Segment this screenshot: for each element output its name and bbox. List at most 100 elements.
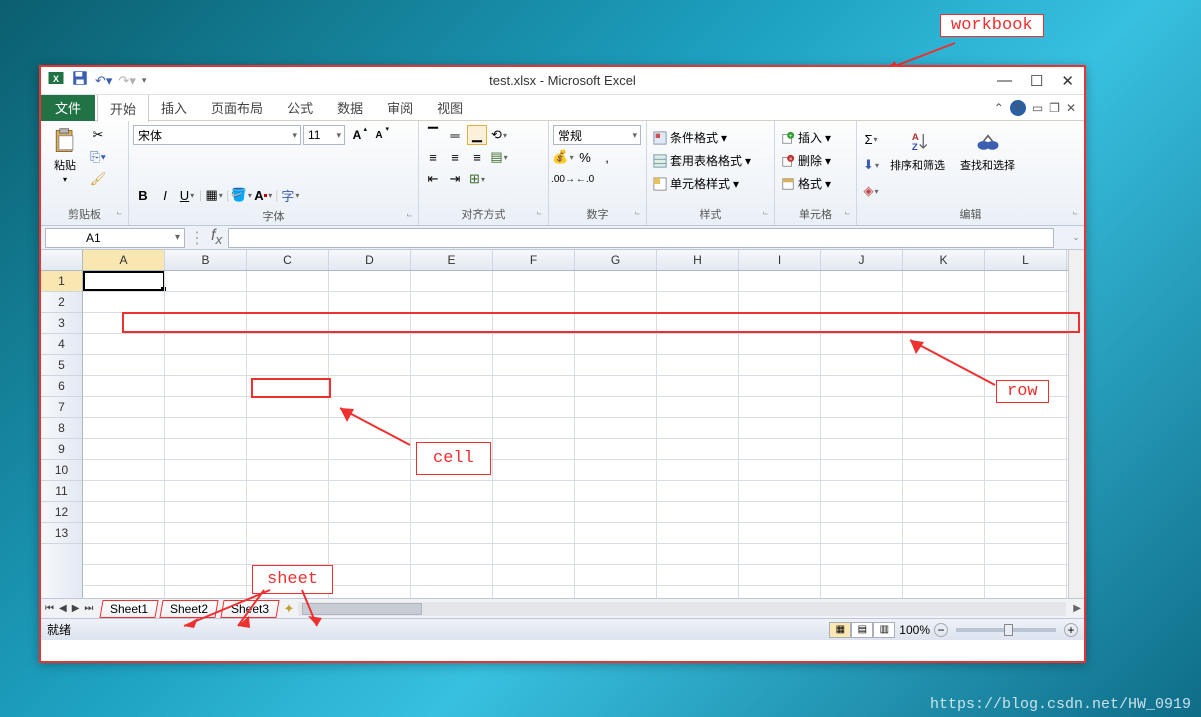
- col-header-D[interactable]: D: [329, 250, 411, 270]
- format-as-table-button[interactable]: 套用表格格式▾: [651, 152, 753, 169]
- view-page-layout-icon[interactable]: ▤: [851, 622, 873, 638]
- delete-cells-button[interactable]: ×删除▾: [779, 152, 833, 169]
- clear-icon[interactable]: ◈: [861, 181, 881, 201]
- row-header-6[interactable]: 6: [41, 376, 82, 397]
- formula-bar-expand[interactable]: ⌄: [1068, 232, 1084, 243]
- comma-icon[interactable]: ,: [597, 147, 617, 167]
- col-header-B[interactable]: B: [165, 250, 247, 270]
- decrease-indent-icon[interactable]: ⇤: [423, 169, 443, 189]
- format-cells-button[interactable]: 格式▾: [779, 175, 833, 192]
- row-header-1[interactable]: 1: [41, 271, 82, 292]
- tab-view[interactable]: 视图: [425, 94, 475, 121]
- select-all-corner[interactable]: [41, 250, 83, 270]
- font-name-combo[interactable]: 宋体: [133, 125, 301, 145]
- fill-color-button[interactable]: 🪣: [231, 185, 251, 205]
- name-box[interactable]: A1: [45, 228, 185, 248]
- minimize-button[interactable]: ―: [997, 72, 1012, 90]
- hscroll-right[interactable]: ▶: [1070, 603, 1084, 614]
- cell-styles-button[interactable]: 单元格样式▾: [651, 175, 753, 192]
- tab-data[interactable]: 数据: [325, 94, 375, 121]
- sheet-tab-3[interactable]: Sheet3: [220, 600, 279, 618]
- percent-icon[interactable]: %: [575, 147, 595, 167]
- new-sheet-icon[interactable]: ✦: [284, 601, 295, 617]
- horizontal-scrollbar[interactable]: [298, 602, 1066, 616]
- qat-more[interactable]: ▾: [142, 75, 147, 86]
- undo-icon[interactable]: ↶▾: [95, 73, 112, 89]
- align-top-icon[interactable]: ▔: [423, 125, 443, 145]
- decrease-font-icon[interactable]: A▾: [369, 125, 389, 145]
- tab-review[interactable]: 审阅: [375, 94, 425, 121]
- wrap-text-icon[interactable]: ▤: [489, 147, 509, 167]
- row-header-9[interactable]: 9: [41, 439, 82, 460]
- sheet-nav-first[interactable]: ⏮: [43, 603, 56, 614]
- insert-cells-button[interactable]: +插入▾: [779, 129, 833, 146]
- sheet-nav-prev[interactable]: ◀: [57, 603, 69, 614]
- fill-icon[interactable]: ⬇: [861, 155, 881, 175]
- formula-bar[interactable]: [228, 228, 1054, 248]
- tab-page-layout[interactable]: 页面布局: [199, 94, 275, 121]
- row-header-8[interactable]: 8: [41, 418, 82, 439]
- increase-decimal-icon[interactable]: .00→: [553, 169, 573, 189]
- cut-button[interactable]: ✂: [88, 125, 108, 145]
- sheet-nav-next[interactable]: ▶: [70, 603, 82, 614]
- window-restore-sub[interactable]: ❐: [1049, 101, 1060, 115]
- vertical-scrollbar[interactable]: [1068, 271, 1084, 598]
- underline-button[interactable]: U: [177, 185, 197, 205]
- decrease-decimal-icon[interactable]: ←.0: [575, 169, 595, 189]
- align-bottom-icon[interactable]: ▁: [467, 125, 487, 145]
- conditional-format-button[interactable]: 条件格式▾: [651, 129, 753, 146]
- col-header-J[interactable]: J: [821, 250, 903, 270]
- sort-filter-button[interactable]: AZ 排序和筛选: [884, 125, 951, 175]
- tab-formulas[interactable]: 公式: [275, 94, 325, 121]
- paste-button[interactable]: 粘贴 ▾: [45, 125, 85, 186]
- help-icon[interactable]: ?: [1010, 100, 1026, 116]
- merge-icon[interactable]: ⊞: [467, 169, 487, 189]
- row-header-3[interactable]: 3: [41, 313, 82, 334]
- align-right-icon[interactable]: ≡: [467, 147, 487, 167]
- row-header-12[interactable]: 12: [41, 502, 82, 523]
- border-button[interactable]: ▦: [204, 185, 224, 205]
- window-close-sub[interactable]: ✕: [1066, 101, 1076, 115]
- autosum-icon[interactable]: Σ: [861, 129, 881, 149]
- sheet-tab-1[interactable]: Sheet1: [100, 600, 159, 618]
- italic-button[interactable]: I: [155, 185, 175, 205]
- orientation-icon[interactable]: ⟲: [489, 125, 509, 145]
- align-left-icon[interactable]: ≡: [423, 147, 443, 167]
- view-normal-icon[interactable]: ▦: [829, 622, 851, 638]
- col-header-F[interactable]: F: [493, 250, 575, 270]
- col-header-L[interactable]: L: [985, 250, 1067, 270]
- zoom-out-button[interactable]: −: [934, 623, 948, 637]
- bold-button[interactable]: B: [133, 185, 153, 205]
- font-color-button[interactable]: A: [253, 185, 273, 205]
- sheet-nav-last[interactable]: ⏭: [82, 603, 95, 614]
- currency-icon[interactable]: 💰: [553, 147, 573, 167]
- row-header-7[interactable]: 7: [41, 397, 82, 418]
- font-size-combo[interactable]: 11: [303, 125, 345, 145]
- zoom-slider[interactable]: [956, 628, 1056, 632]
- name-box-splitter[interactable]: ⋮: [189, 228, 205, 248]
- collapse-ribbon-icon[interactable]: ⌃: [994, 101, 1004, 115]
- col-header-G[interactable]: G: [575, 250, 657, 270]
- window-minimize-sub[interactable]: ▭: [1032, 101, 1043, 115]
- row-header-2[interactable]: 2: [41, 292, 82, 313]
- col-header-K[interactable]: K: [903, 250, 985, 270]
- row-header-5[interactable]: 5: [41, 355, 82, 376]
- number-format-combo[interactable]: 常规: [553, 125, 641, 145]
- cells-area[interactable]: [83, 271, 1084, 598]
- row-header-13[interactable]: 13: [41, 523, 82, 544]
- file-tab[interactable]: 文件: [41, 94, 95, 121]
- phonetic-button[interactable]: 字: [280, 185, 300, 205]
- find-select-button[interactable]: 查找和选择: [954, 125, 1021, 175]
- col-header-C[interactable]: C: [247, 250, 329, 270]
- copy-button[interactable]: ⎘▾: [88, 147, 108, 167]
- view-page-break-icon[interactable]: ▥: [873, 622, 895, 638]
- col-header-E[interactable]: E: [411, 250, 493, 270]
- increase-indent-icon[interactable]: ⇥: [445, 169, 465, 189]
- save-icon[interactable]: [71, 69, 89, 92]
- fx-icon[interactable]: fx: [205, 227, 228, 247]
- align-middle-icon[interactable]: ═: [445, 125, 465, 145]
- maximize-button[interactable]: ☐: [1030, 72, 1043, 90]
- redo-icon[interactable]: ↷▾: [118, 73, 135, 89]
- col-header-A[interactable]: A: [83, 250, 165, 270]
- row-header-4[interactable]: 4: [41, 334, 82, 355]
